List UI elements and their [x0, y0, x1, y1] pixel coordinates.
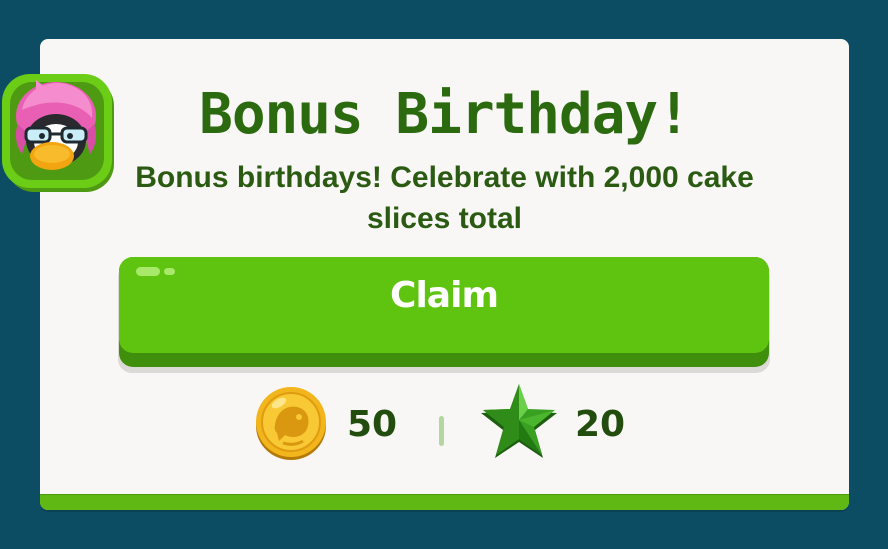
popup-bottom-border	[40, 494, 849, 510]
claim-button[interactable]: Claim	[119, 257, 769, 353]
reward-list: 50 20	[40, 380, 849, 470]
reward-popup: Bonus Birthday! Bonus birthdays! Celebra…	[40, 39, 849, 510]
popup-description: Bonus birthdays! Celebrate with 2,000 ca…	[135, 161, 754, 235]
claim-button-container: Claim	[118, 257, 770, 373]
claim-button-label: Claim	[390, 275, 499, 316]
coin-icon	[256, 387, 326, 460]
star-icon	[481, 384, 557, 458]
penguin-avatar-icon	[2, 74, 114, 192]
coin-reward-value: 50	[347, 404, 398, 445]
reward-divider	[439, 416, 444, 446]
game-screen: Bonus Birthday! Bonus birthdays! Celebra…	[0, 0, 888, 549]
button-shine	[164, 268, 175, 275]
popup-title: Bonus Birthday!	[199, 82, 691, 147]
star-reward-value: 20	[575, 404, 626, 445]
